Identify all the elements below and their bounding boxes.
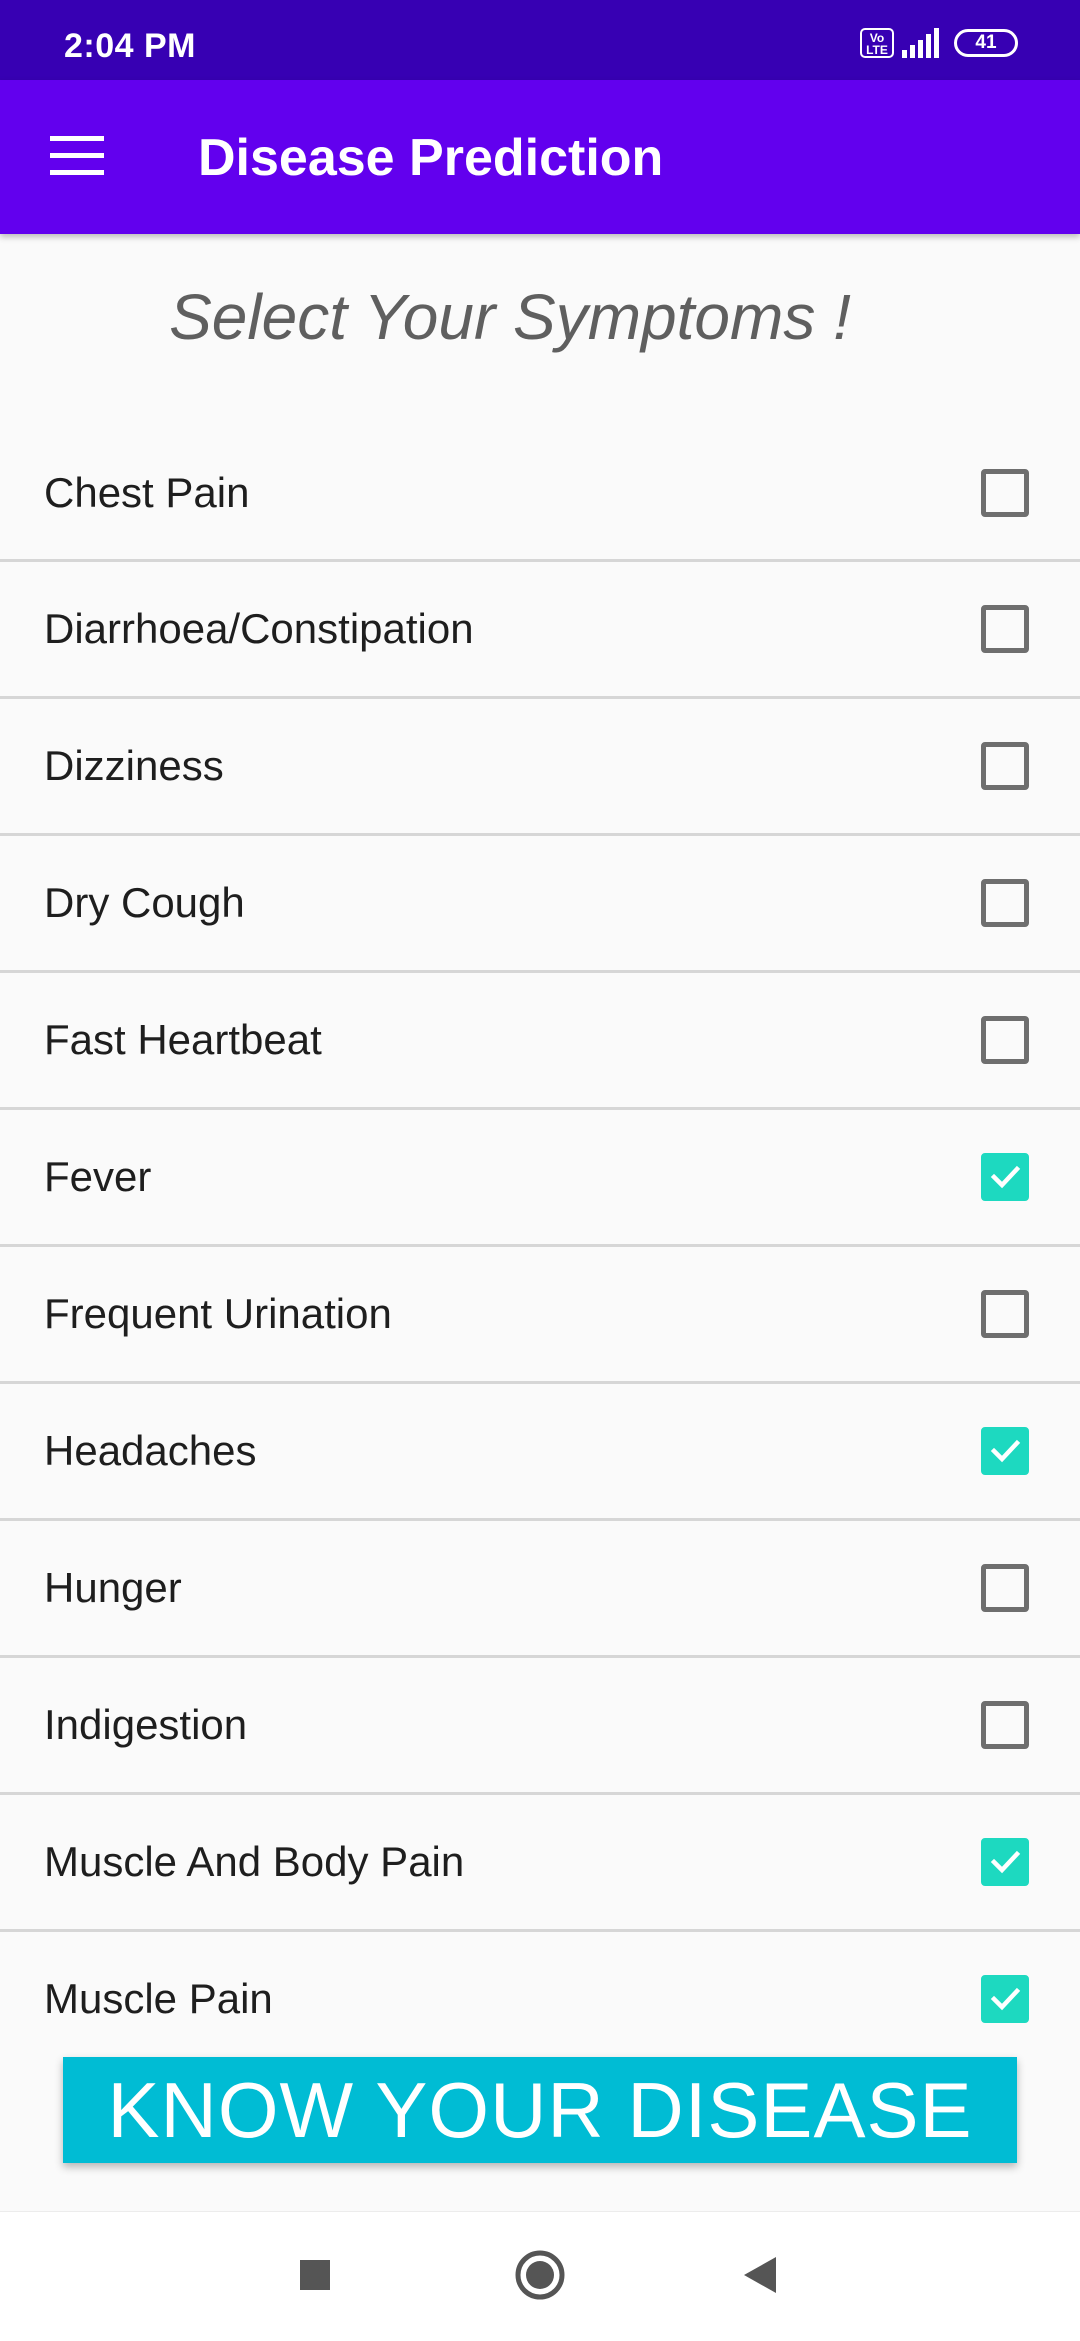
home-circle-icon[interactable] <box>513 2212 567 2341</box>
page-heading: Select Your Symptoms ! <box>169 281 851 353</box>
symptom-row[interactable]: Dizziness <box>0 699 1080 836</box>
symptom-row[interactable]: Headaches <box>0 1384 1080 1521</box>
checkmark-icon <box>990 1165 1021 1189</box>
symptom-label: Muscle And Body Pain <box>44 1838 465 1885</box>
symptom-label: Chest Pain <box>44 469 250 516</box>
symptom-checkbox[interactable] <box>981 469 1029 517</box>
symptom-checkbox[interactable] <box>981 1016 1029 1064</box>
symptom-label: Fast Heartbeat <box>44 1016 322 1063</box>
symptom-label: Dizziness <box>44 742 224 789</box>
symptom-row[interactable]: Muscle Pain <box>0 1932 1080 2035</box>
symptom-checkbox[interactable] <box>981 1838 1029 1886</box>
checkmark-icon <box>990 1439 1021 1463</box>
volte-icon: Vo LTE <box>860 28 894 58</box>
symptom-label: Diarrhoea/Constipation <box>44 605 474 652</box>
symptom-checkbox[interactable] <box>981 1701 1029 1749</box>
symptom-label: Frequent Urination <box>44 1290 392 1337</box>
symptom-row[interactable]: Muscle And Body Pain <box>0 1795 1080 1932</box>
symptom-label: Headaches <box>44 1427 257 1474</box>
app-title: Disease Prediction <box>198 129 664 187</box>
symptom-checkbox[interactable] <box>981 742 1029 790</box>
symptom-label: Dry Cough <box>44 879 245 926</box>
status-bar: 2:04 PM Vo LTE 41 <box>0 0 1080 80</box>
know-your-disease-button[interactable]: KNOW YOUR DISEASE <box>63 2057 1017 2163</box>
hamburger-menu-icon[interactable] <box>50 136 104 176</box>
symptom-checkbox[interactable] <box>981 1975 1029 2023</box>
symptom-row[interactable]: Fever <box>0 1110 1080 1247</box>
back-triangle-icon[interactable] <box>740 2212 780 2341</box>
symptom-label: Hunger <box>44 1564 182 1611</box>
battery-level: 41 <box>975 32 997 53</box>
symptom-checkbox[interactable] <box>981 1427 1029 1475</box>
symptom-row[interactable]: Dry Cough <box>0 836 1080 973</box>
battery-icon: 41 <box>954 29 1018 57</box>
symptom-label: Fever <box>44 1153 152 1200</box>
symptom-row[interactable]: Hunger <box>0 1521 1080 1658</box>
symptom-row[interactable]: Diarrhoea/Constipation <box>0 562 1080 699</box>
symptom-checkbox[interactable] <box>981 1564 1029 1612</box>
symptom-checkbox[interactable] <box>981 605 1029 653</box>
symptom-checkbox[interactable] <box>981 1153 1029 1201</box>
symptom-label: Indigestion <box>44 1701 248 1748</box>
symptom-row[interactable]: Indigestion <box>0 1658 1080 1795</box>
status-time: 2:04 PM <box>64 27 196 65</box>
symptom-row[interactable]: Chest Pain <box>0 427 1080 562</box>
system-nav-bar <box>0 2211 1080 2341</box>
symptom-row[interactable]: Fast Heartbeat <box>0 973 1080 1110</box>
app-bar: Disease Prediction <box>0 80 1080 234</box>
symptom-checkbox[interactable] <box>981 1290 1029 1338</box>
signal-icon <box>902 28 939 58</box>
checkmark-icon <box>990 1850 1021 1874</box>
symptom-label: Muscle Pain <box>44 1975 273 2022</box>
checkmark-icon <box>990 1987 1021 2011</box>
symptom-row[interactable]: Frequent Urination <box>0 1247 1080 1384</box>
recents-square-icon[interactable] <box>298 2212 332 2341</box>
status-icons: Vo LTE 41 <box>860 28 1018 58</box>
symptom-list[interactable]: Chest Pain Diarrhoea/Constipation Dizzines… <box>0 427 1080 2035</box>
symptom-checkbox[interactable] <box>981 879 1029 927</box>
